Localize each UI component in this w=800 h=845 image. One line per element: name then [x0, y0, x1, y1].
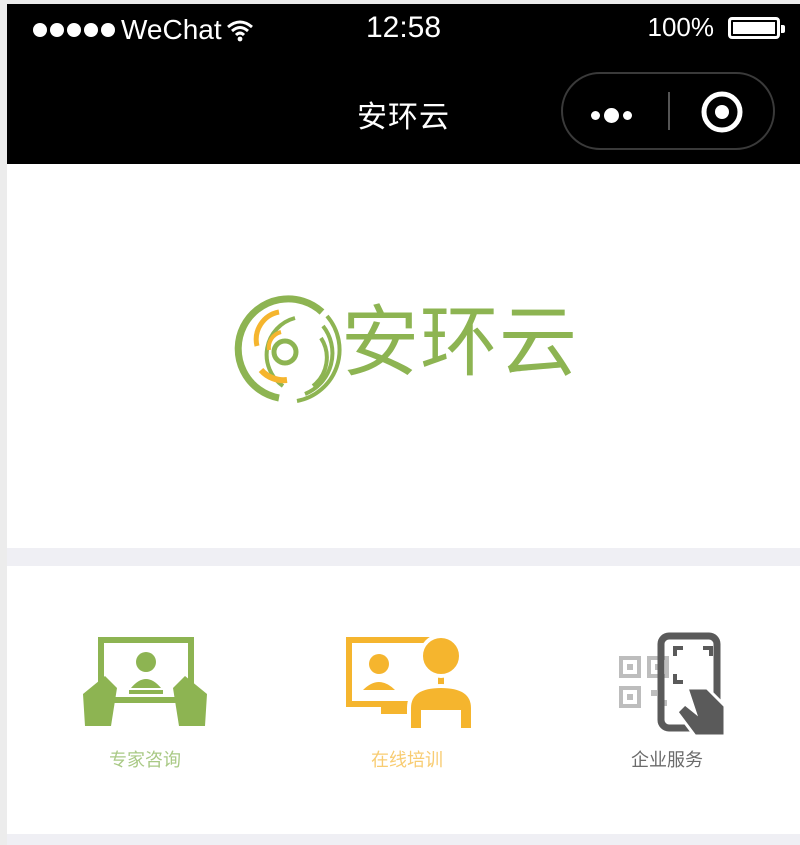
- close-mini-program-icon[interactable]: [699, 89, 745, 135]
- mini-program-capsule: [561, 72, 775, 150]
- service-label: 企业服务: [631, 750, 703, 771]
- service-label: 专家咨询: [109, 750, 181, 771]
- battery-percent: 100%: [647, 12, 715, 42]
- nav-bar: 安环云: [7, 56, 800, 164]
- brand-logo-text: 安环云: [341, 298, 579, 388]
- service-grid: 专家咨询 在线培训 企业服务: [7, 566, 800, 834]
- phone-screen: WeChat 12:58 100% 安环云 安环云 专家咨询 在线培训 企业服务: [7, 4, 800, 845]
- service-label: 在线培训: [371, 750, 443, 771]
- battery-icon: [728, 16, 785, 39]
- qr-scan-icon: [619, 632, 727, 736]
- more-button[interactable]: [591, 108, 632, 123]
- service-consult[interactable]: 专家咨询: [45, 626, 245, 772]
- status-bar: WeChat 12:58 100%: [7, 4, 800, 56]
- brand-banner: 安环云: [7, 164, 800, 548]
- section-divider: [7, 834, 800, 845]
- service-training[interactable]: 在线培训: [307, 626, 507, 772]
- section-divider: [7, 548, 800, 566]
- training-icon: [346, 634, 475, 732]
- service-enterprise[interactable]: 企业服务: [567, 626, 767, 772]
- capsule-divider: [668, 92, 670, 130]
- consult-icon: [83, 637, 207, 726]
- status-right: 100%: [647, 12, 785, 43]
